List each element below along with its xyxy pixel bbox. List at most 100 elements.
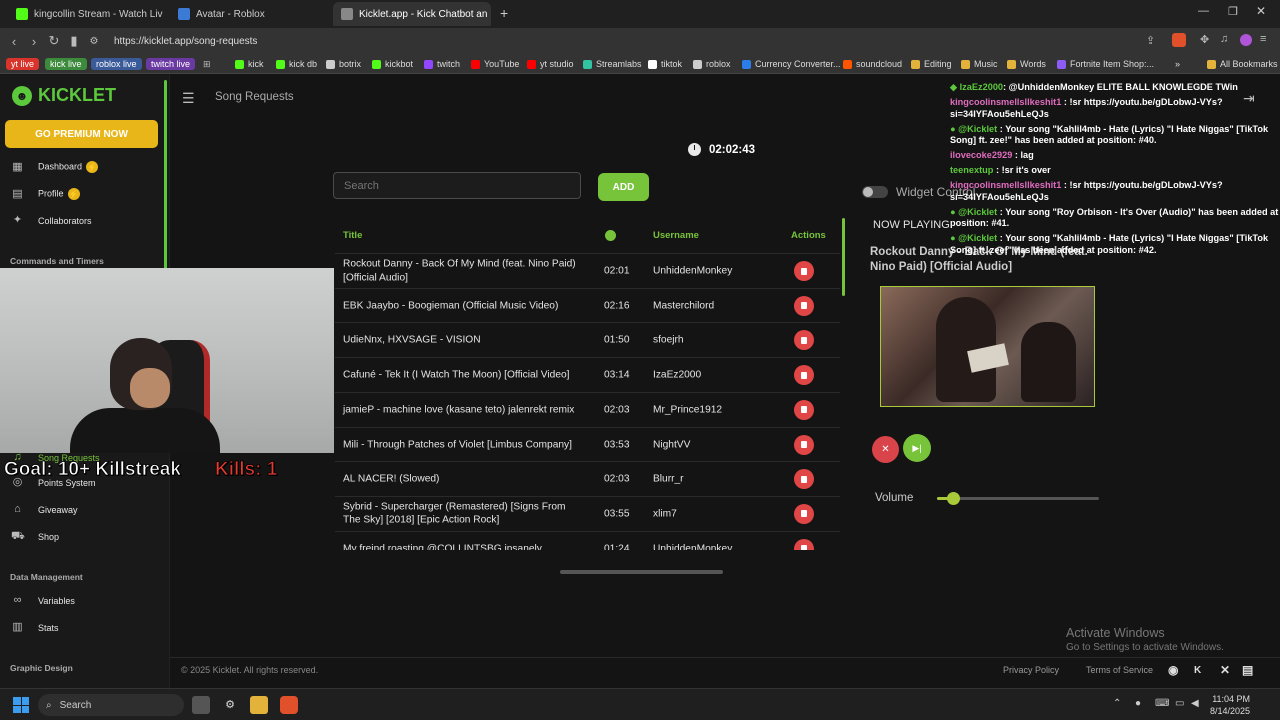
profile-avatar-icon[interactable] [1240,34,1252,46]
volume-slider[interactable] [937,492,1099,505]
steam-icon[interactable]: ⚙ [221,696,239,714]
brave-shield-icon[interactable] [1172,33,1186,47]
table-row[interactable]: Cafuné - Tek It (I Watch The Moon) [Offi… [335,357,840,392]
brave-browser-icon[interactable] [280,696,298,714]
browser-menu-icon[interactable]: ≡ [1260,33,1266,45]
bookmark-youtube[interactable]: YouTube [471,57,519,71]
url-field[interactable]: https://kicklet.app/song-requests [114,36,257,47]
sidebar-item-giveaway[interactable]: ⌂ Giveaway [11,504,77,515]
sidebar-item-collaborators[interactable]: ✦ Collaborators [11,215,92,226]
sidebar-item-variables[interactable]: ∞ Variables [11,595,75,606]
go-premium-button[interactable]: GO PREMIUM NOW [5,120,158,148]
bookmark-kick-live[interactable]: kick live [45,57,87,71]
document-icon[interactable]: ▤ [1242,663,1253,677]
bookmark-kick-db[interactable]: kick db [276,57,317,71]
share-icon[interactable]: ⇪ [1146,34,1155,47]
media-icon[interactable]: ♫ [1220,33,1228,45]
skip-button[interactable]: ▶| [903,434,931,462]
bookmark-botrix[interactable]: botrix [326,57,361,71]
keyboard-icon[interactable]: ⌨ [1155,698,1169,709]
sidebar-item-stats[interactable]: ▥ Stats [11,622,58,633]
file-explorer-icon[interactable] [250,696,268,714]
bookmark-icon[interactable]: ▮ [64,33,84,49]
tab-kick-stream[interactable]: kingcollin Stream - Watch Live on Ki [8,2,163,26]
table-row[interactable]: EBK Jaaybo - Boogieman (Official Music V… [335,287,840,323]
table-row[interactable]: Sybrid - Supercharger (Remastered) [Sign… [335,495,840,531]
forward-icon[interactable]: › [24,34,44,49]
delete-song-button[interactable] [794,295,814,316]
video-thumbnail[interactable] [880,286,1095,407]
terms-of-service-link[interactable]: Terms of Service [1086,665,1153,675]
mic-icon[interactable]: ● [1135,698,1141,709]
apps-grid-icon[interactable]: ⊞ [203,57,211,71]
search-input[interactable] [333,172,581,199]
delete-song-button[interactable] [794,365,814,386]
tray-overflow-icon[interactable]: ⌃ [1113,698,1121,709]
bookmark-kickbot[interactable]: kickbot [372,57,413,71]
task-view-icon[interactable] [192,696,210,714]
delete-song-button[interactable] [794,261,814,281]
bookmark-soundcloud[interactable]: soundcloud [843,57,902,71]
back-icon[interactable]: ‹ [4,34,24,49]
tab-roblox[interactable]: Avatar - Roblox [170,2,330,26]
bookmark-twitch[interactable]: twitch [424,57,460,71]
privacy-policy-link[interactable]: Privacy Policy [1003,665,1059,675]
bookmark-music[interactable]: Music [961,57,998,71]
site-info-icon[interactable]: ⚙ [84,36,104,47]
bookmark-roblox[interactable]: roblox [693,57,731,71]
taskbar-search[interactable]: ⌕ Search [38,694,184,716]
network-icon[interactable]: ▭ [1175,698,1184,709]
minimize-icon[interactable]: — [1198,5,1209,17]
delete-song-button[interactable] [794,330,814,351]
table-scrollbar[interactable] [842,218,845,548]
toggle-switch[interactable] [862,186,888,198]
bookmark-kick[interactable]: kick [235,57,264,71]
horizontal-scrollbar[interactable] [560,570,723,574]
delete-song-button[interactable] [794,469,814,490]
bookmark-yt-live[interactable]: yt live [6,57,40,71]
hamburger-menu-icon[interactable]: ☰ [182,90,195,107]
table-row[interactable]: Rockout Danny - Back Of My Mind (feat. N… [335,253,840,288]
sidebar-item-shop[interactable]: ⛟ Shop [11,531,59,542]
bookmark-editing[interactable]: Editing [911,57,952,71]
bookmark-roblox-live[interactable]: roblox live [91,57,142,71]
bookmark-words[interactable]: Words [1007,57,1046,71]
table-row[interactable]: jamieP - machine love (kasane teto) jale… [335,391,840,427]
close-window-icon[interactable]: ✕ [1256,4,1266,18]
discord-icon[interactable]: ◉ [1168,663,1178,677]
delete-song-button[interactable] [794,538,814,550]
bookmark-streamlabs[interactable]: Streamlabs [583,57,642,71]
sidebar-item-dashboard[interactable]: ▦ Dashboard ⚡ [11,161,99,173]
bookmark-twitch-live[interactable]: twitch live [146,57,196,71]
x-icon[interactable]: ✕ [1220,663,1230,677]
table-row[interactable]: Mili - Through Patches of Violet [Limbus… [335,426,840,462]
volume-icon[interactable]: ◀ [1191,698,1199,709]
table-row[interactable]: UdieNnx, HXVSAGE - VISION 01:50 sfoejrh [335,322,840,357]
delete-song-button[interactable] [794,434,814,455]
windows-start-icon[interactable] [13,697,29,713]
bookmark-fortnite[interactable]: Fortnite Item Shop:... [1057,57,1154,71]
volume-knob[interactable] [947,492,961,505]
kick-icon[interactable]: K [1194,665,1201,676]
sidebar-item-profile[interactable]: ▤ Profile ⚡ [11,188,80,200]
table-row[interactable]: My freind roasting @COLLINTSBG insanely 0… [335,530,840,550]
system-clock[interactable]: 11:04 PM 8/14/2025 [1210,693,1250,717]
kicklet-logo[interactable]: ☻ KICKLET [12,85,116,106]
delete-song-button[interactable] [794,399,814,420]
bookmark-currency-converter[interactable]: Currency Converter... [742,57,841,71]
stop-button[interactable]: ✕ [872,436,899,463]
tab-kicklet[interactable]: Kicklet.app - Kick Chatbot an ✕ [333,2,491,26]
bookmark-yt-studio[interactable]: yt studio [527,57,574,71]
delete-song-button[interactable] [794,503,814,524]
table-scrollbar-thumb[interactable] [842,218,845,296]
all-bookmarks[interactable]: All Bookmarks [1207,57,1278,71]
more-bookmarks-icon[interactable]: » [1175,57,1180,71]
table-row[interactable]: AL NACER! (Slowed) 02:03 Blurr_r [335,461,840,496]
sidebar-scrollbar[interactable] [164,80,167,270]
add-song-button[interactable]: ADD [598,173,649,201]
maximize-icon[interactable]: ❐ [1228,5,1238,18]
new-tab-button[interactable]: + [500,5,508,21]
extensions-icon[interactable]: ✥ [1200,33,1209,46]
bookmark-tiktok[interactable]: tiktok [648,57,682,71]
reload-icon[interactable]: ↻ [44,33,64,49]
